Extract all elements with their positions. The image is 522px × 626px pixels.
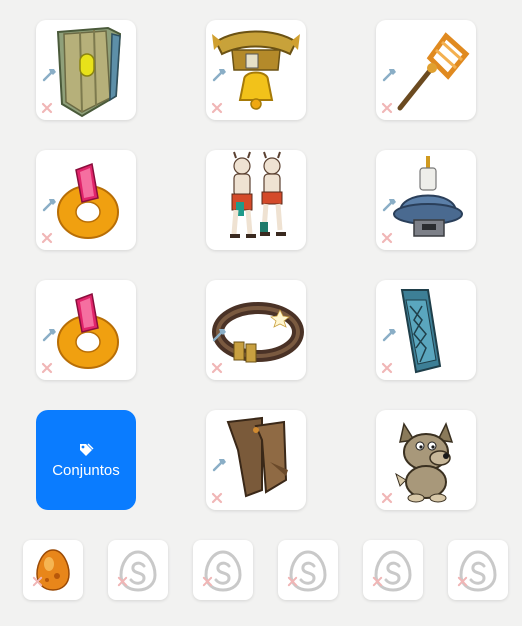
remove-item-icon[interactable] <box>32 576 43 587</box>
remove-item-icon[interactable] <box>381 232 393 244</box>
dofus-placeholder-icon <box>193 540 253 600</box>
slot-shield[interactable] <box>36 20 136 120</box>
remove-item-icon[interactable] <box>381 492 393 504</box>
slot-ring-right[interactable] <box>36 280 136 380</box>
slot-character[interactable] <box>206 150 306 250</box>
slot-cloak[interactable] <box>376 280 476 380</box>
craft-hammer-icon[interactable] <box>382 326 398 342</box>
dofus-slot-4[interactable] <box>278 540 338 600</box>
craft-hammer-icon[interactable] <box>42 66 58 82</box>
craft-hammer-icon[interactable] <box>212 326 228 342</box>
tag-icon <box>80 443 94 456</box>
remove-item-icon[interactable] <box>211 362 223 374</box>
craft-hammer-icon[interactable] <box>382 196 398 212</box>
remove-item-icon[interactable] <box>211 102 223 114</box>
dofus-placeholder-icon <box>278 540 338 600</box>
craft-hammer-icon[interactable] <box>212 66 228 82</box>
slot-belt[interactable] <box>206 280 306 380</box>
remove-item-icon[interactable] <box>287 576 298 587</box>
slot-weapon[interactable] <box>376 20 476 120</box>
craft-hammer-icon[interactable] <box>382 66 398 82</box>
remove-item-icon[interactable] <box>41 232 53 244</box>
craft-hammer-icon[interactable] <box>212 456 228 472</box>
dofus-placeholder-icon <box>448 540 508 600</box>
craft-hammer-icon[interactable] <box>42 196 58 212</box>
amber-egg-icon <box>36 549 70 591</box>
dofus-slot-3[interactable] <box>193 540 253 600</box>
sets-button-label: Conjuntos <box>52 461 120 479</box>
craft-hammer-icon[interactable] <box>42 326 58 342</box>
slot-boots[interactable] <box>206 410 306 510</box>
dofus-slot-6[interactable] <box>448 540 508 600</box>
character-preview <box>230 151 286 238</box>
remove-item-icon[interactable] <box>381 102 393 114</box>
slot-pet[interactable] <box>376 410 476 510</box>
remove-item-icon[interactable] <box>117 576 128 587</box>
remove-item-icon[interactable] <box>372 576 383 587</box>
slot-hat[interactable] <box>376 150 476 250</box>
remove-item-icon[interactable] <box>202 576 213 587</box>
remove-item-icon[interactable] <box>381 362 393 374</box>
remove-item-icon[interactable] <box>41 362 53 374</box>
dofus-slot-5[interactable] <box>363 540 423 600</box>
dofus-placeholder-icon <box>108 540 168 600</box>
dofus-slot-1[interactable] <box>23 540 83 600</box>
sets-button[interactable]: Conjuntos <box>36 410 136 510</box>
remove-item-icon[interactable] <box>457 576 468 587</box>
dofus-placeholder-icon <box>363 540 423 600</box>
remove-item-icon[interactable] <box>211 492 223 504</box>
dofus-slot-2[interactable] <box>108 540 168 600</box>
slot-ring-left[interactable] <box>36 150 136 250</box>
remove-item-icon[interactable] <box>41 102 53 114</box>
slot-amulet[interactable] <box>206 20 306 120</box>
